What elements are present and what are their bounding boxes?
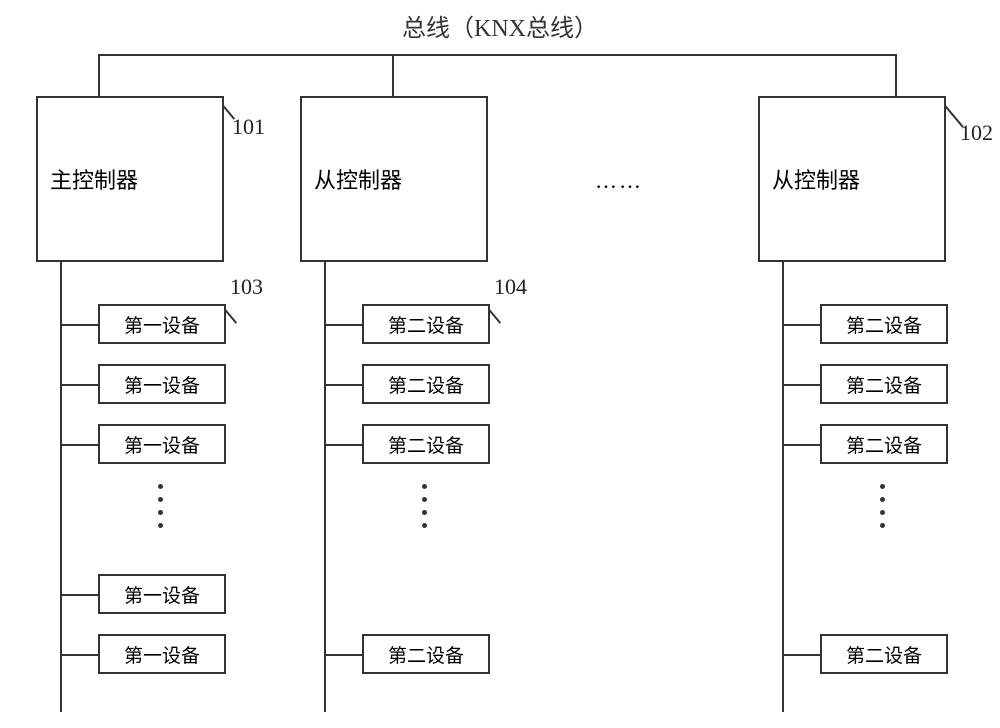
- device-c1-1: 第一设备: [98, 304, 226, 344]
- device-c1-5: 第一设备: [98, 634, 226, 674]
- device-c1-4: 第一设备: [98, 574, 226, 614]
- hconn-c2-d2: [324, 384, 362, 386]
- main-controller-box: 主控制器: [36, 96, 224, 262]
- main-controller-label: 主控制器: [50, 163, 138, 195]
- tag-101: 101: [232, 114, 265, 140]
- device-c2-3-label: 第二设备: [388, 431, 464, 458]
- device-c3-1-label: 第二设备: [846, 311, 922, 338]
- hconn-c3-d3: [782, 444, 820, 446]
- bus-drop-slave2: [895, 54, 897, 98]
- bus-drop-slave1: [392, 54, 394, 98]
- slave-controller-1-box: 从控制器: [300, 96, 488, 262]
- slave-controller-2-label: 从控制器: [772, 163, 860, 195]
- vbus-col1: [60, 262, 62, 712]
- hconn-c2-d3: [324, 444, 362, 446]
- device-c2-1: 第二设备: [362, 304, 490, 344]
- controllers-ellipsis: ……: [595, 168, 643, 194]
- device-c1-3: 第一设备: [98, 424, 226, 464]
- bus-drop-main: [98, 54, 100, 98]
- hconn-c3-d2: [782, 384, 820, 386]
- device-c1-4-label: 第一设备: [124, 581, 200, 608]
- slave-controller-1-label: 从控制器: [314, 163, 402, 195]
- hconn-c2-d1: [324, 324, 362, 326]
- device-c2-1-label: 第二设备: [388, 311, 464, 338]
- hconn-c1-d1: [60, 324, 98, 326]
- hconn-c3-d4: [782, 654, 820, 656]
- device-c2-2-label: 第二设备: [388, 371, 464, 398]
- device-c1-3-label: 第一设备: [124, 431, 200, 458]
- hconn-c1-d3: [60, 444, 98, 446]
- vdots-c3: [879, 484, 885, 528]
- device-c3-3: 第二设备: [820, 424, 948, 464]
- device-c3-1: 第二设备: [820, 304, 948, 344]
- device-c2-4: 第二设备: [362, 634, 490, 674]
- device-c3-4: 第二设备: [820, 634, 948, 674]
- hconn-c1-d4: [60, 594, 98, 596]
- slave-controller-2-box: 从控制器: [758, 96, 946, 262]
- hconn-c3-d1: [782, 324, 820, 326]
- tag-102: 102: [960, 120, 993, 146]
- bus-line: [98, 54, 896, 56]
- device-c1-5-label: 第一设备: [124, 641, 200, 668]
- bus-title: 总线（KNX总线）: [402, 8, 598, 43]
- device-c2-3: 第二设备: [362, 424, 490, 464]
- hconn-c2-d4: [324, 654, 362, 656]
- device-c2-4-label: 第二设备: [388, 641, 464, 668]
- device-c2-2: 第二设备: [362, 364, 490, 404]
- vbus-col2: [324, 262, 326, 712]
- device-c3-4-label: 第二设备: [846, 641, 922, 668]
- device-c3-2-label: 第二设备: [846, 371, 922, 398]
- device-c1-1-label: 第一设备: [124, 311, 200, 338]
- vbus-col3: [782, 262, 784, 712]
- vdots-c1: [157, 484, 163, 528]
- tag-103: 103: [230, 274, 263, 300]
- vdots-c2: [421, 484, 427, 528]
- device-c3-3-label: 第二设备: [846, 431, 922, 458]
- device-c1-2: 第一设备: [98, 364, 226, 404]
- tag-104: 104: [494, 274, 527, 300]
- hconn-c1-d5: [60, 654, 98, 656]
- device-c3-2: 第二设备: [820, 364, 948, 404]
- device-c1-2-label: 第一设备: [124, 371, 200, 398]
- hconn-c1-d2: [60, 384, 98, 386]
